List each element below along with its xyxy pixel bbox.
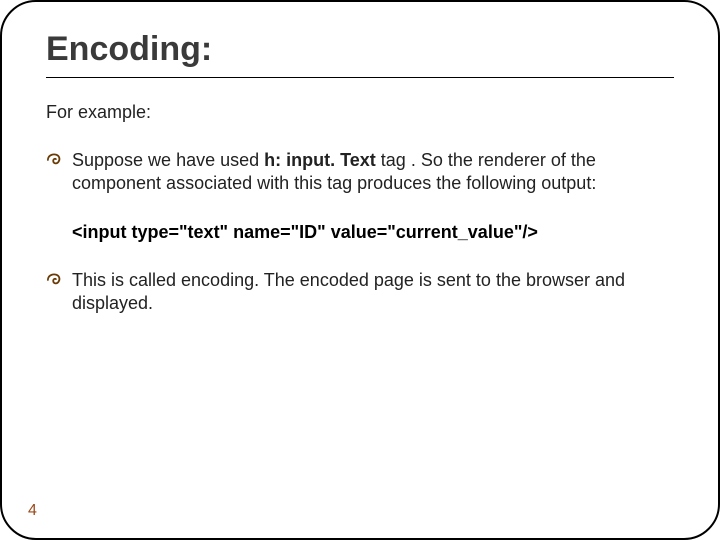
- bullet-list-2: This is called encoding. The encoded pag…: [46, 269, 674, 316]
- slide-frame: Encoding: For example: Suppose we have u…: [0, 0, 720, 540]
- bullet-text-pre: This is called encoding. The encoded pag…: [72, 270, 625, 313]
- bullet-item: Suppose we have used h: input. Text tag …: [46, 149, 674, 196]
- bullet-text-pre: Suppose we have used: [72, 150, 264, 170]
- swirl-bullet-icon: [46, 152, 64, 168]
- swirl-bullet-icon: [46, 272, 64, 288]
- example-subhead: For example:: [46, 102, 674, 123]
- bullet-list: Suppose we have used h: input. Text tag …: [46, 149, 674, 196]
- page-number: 4: [28, 502, 37, 520]
- bullet-item: This is called encoding. The encoded pag…: [46, 269, 674, 316]
- slide-title: Encoding:: [46, 30, 674, 69]
- title-underline: [46, 77, 674, 78]
- code-output-line: <input type="text" name="ID" value="curr…: [72, 222, 674, 243]
- bullet-text-bold: h: input. Text: [264, 150, 376, 170]
